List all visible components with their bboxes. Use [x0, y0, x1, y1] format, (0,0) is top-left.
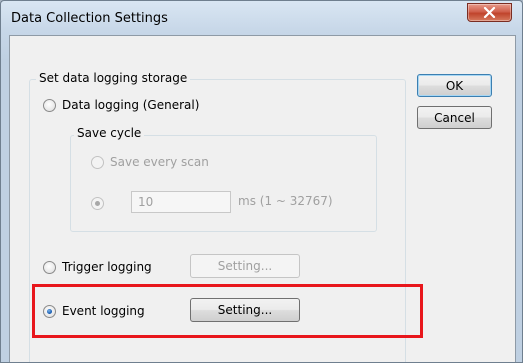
trigger-logging-label: Trigger logging [62, 260, 152, 274]
ok-button[interactable]: OK [417, 74, 492, 97]
save-interval-unit: ms (1 ~ 32767) [238, 194, 333, 208]
save-interval-radio[interactable] [91, 197, 104, 210]
storage-group-legend: Set data logging storage [36, 71, 191, 85]
save-every-scan-radio[interactable] [91, 155, 104, 169]
title-bar: Data Collection Settings [1, 1, 522, 31]
save-every-scan-label: Save every scan [110, 155, 209, 169]
cancel-button[interactable]: Cancel [417, 106, 492, 129]
general-logging-radio[interactable] [43, 98, 56, 112]
trigger-logging-option[interactable]: Trigger logging [43, 260, 152, 274]
event-logging-highlight [32, 284, 423, 338]
close-icon [483, 7, 496, 18]
save-every-scan-option[interactable]: Save every scan [91, 155, 209, 169]
dialog-window: Data Collection Settings OK Cancel Set d… [0, 0, 523, 363]
save-cycle-group [70, 135, 377, 232]
trigger-setting-button[interactable]: Setting... [190, 254, 300, 278]
window-title: Data Collection Settings [11, 11, 168, 26]
save-cycle-legend: Save cycle [74, 126, 145, 140]
save-interval-option[interactable] [91, 197, 104, 210]
trigger-logging-radio[interactable] [43, 260, 56, 274]
dialog-client-area: OK Cancel Set data logging storage Data … [9, 35, 516, 362]
close-button[interactable] [467, 3, 512, 22]
save-interval-input[interactable] [131, 191, 231, 213]
general-logging-option[interactable]: Data logging (General) [43, 98, 199, 112]
general-logging-label: Data logging (General) [62, 98, 200, 112]
